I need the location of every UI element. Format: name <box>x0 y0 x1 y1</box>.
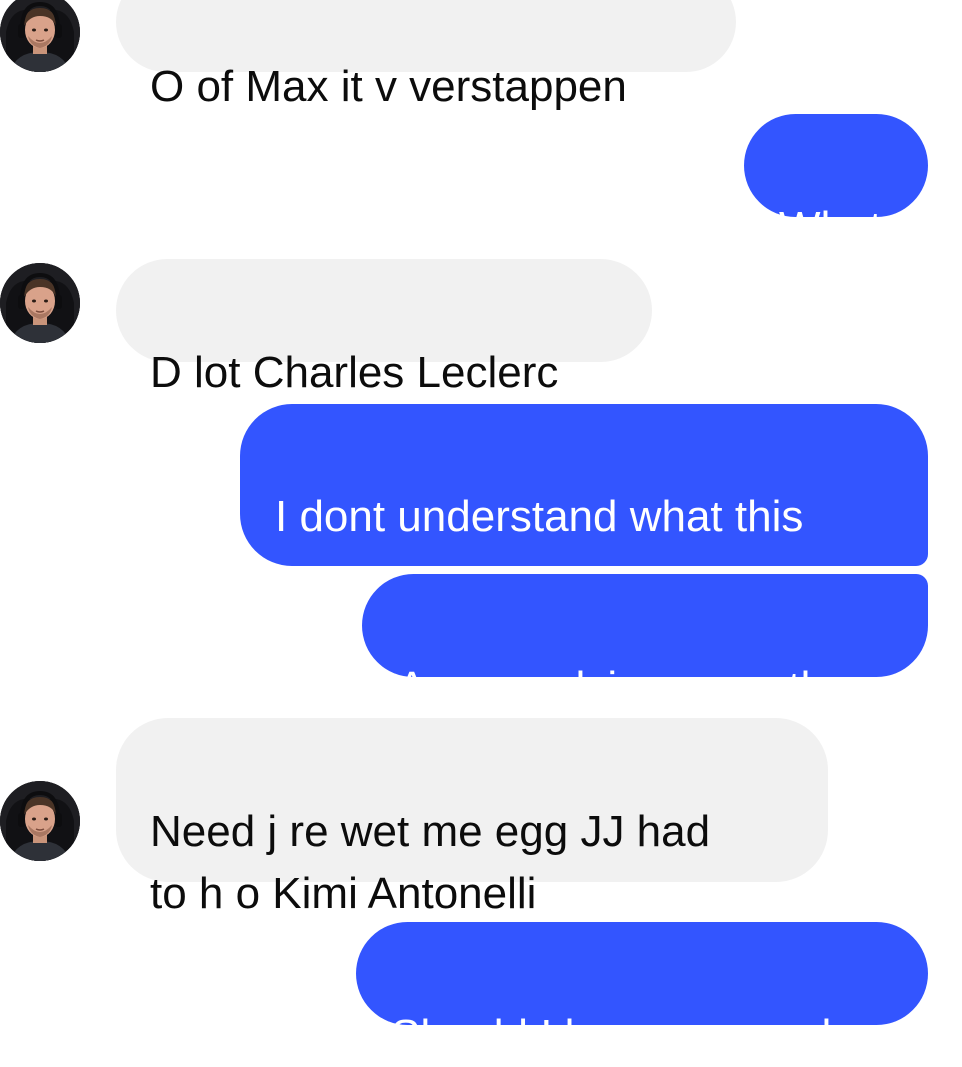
message-text: What <box>779 203 882 252</box>
sent-message-bubble[interactable]: I dont understand what this means <box>240 404 928 603</box>
user-avatar-icon <box>0 263 80 343</box>
message-text: Should I be concerned <box>391 1011 832 1060</box>
message-text: D lot Charles Leclerc <box>150 348 559 397</box>
user-avatar-icon <box>0 0 80 72</box>
sent-message-bubble[interactable]: Are you dying or smth <box>362 574 928 712</box>
received-message-bubble[interactable]: O of Max it v verstappen <box>116 0 736 111</box>
received-message-bubble[interactable]: D lot Charles Leclerc <box>116 259 652 397</box>
contact-avatar[interactable] <box>0 781 80 861</box>
sent-message-bubble[interactable]: Should I be concerned <box>356 922 928 1060</box>
contact-avatar[interactable] <box>0 263 80 343</box>
message-text: Are you dying or smth <box>397 663 825 712</box>
sent-message-bubble[interactable]: What <box>744 114 928 252</box>
contact-avatar[interactable] <box>0 0 80 72</box>
message-text: Need j re wet me egg JJ had to h o Kimi … <box>150 807 711 918</box>
received-message-bubble[interactable]: Need j re wet me egg JJ had to h o Kimi … <box>116 718 828 918</box>
user-avatar-icon <box>0 781 80 861</box>
message-text: O of Max it v verstappen <box>150 62 627 111</box>
